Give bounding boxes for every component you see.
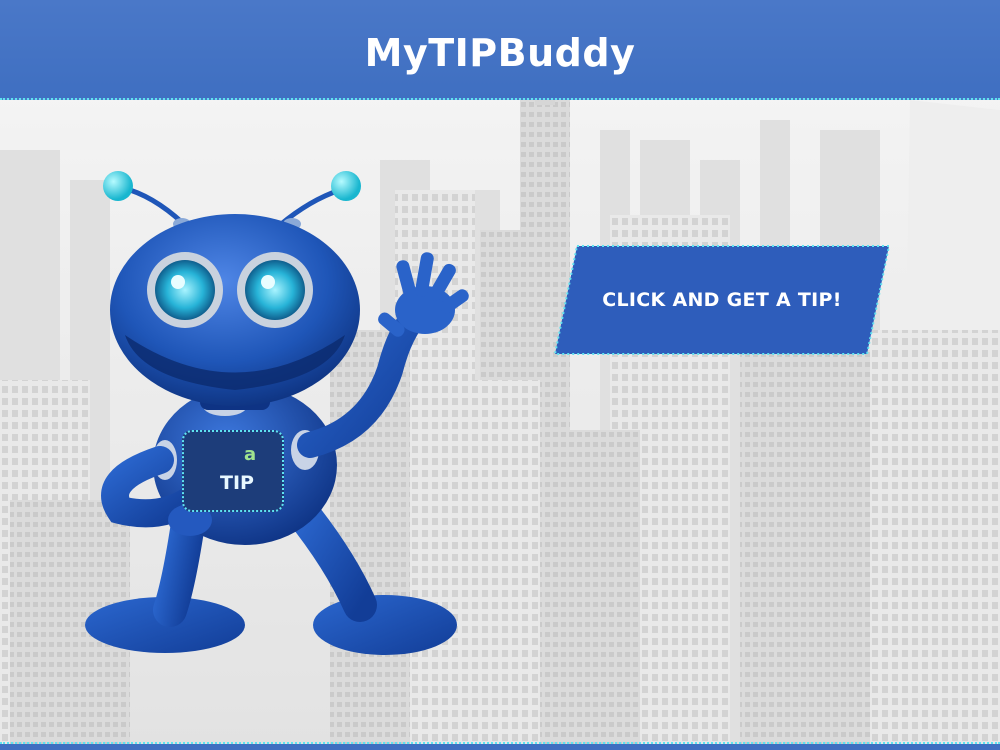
- app-header: MyTIPBuddy: [0, 0, 1000, 100]
- badge-letter: a: [244, 444, 257, 465]
- robot-chest-badge: a TIP: [182, 430, 284, 512]
- get-tip-button-label: CLICK AND GET A TIP!: [602, 289, 842, 311]
- robot-mascot-illustration: [85, 171, 469, 655]
- badge-text: TIP: [220, 472, 254, 494]
- app-title: MyTIPBuddy: [364, 31, 636, 75]
- footer-bar: [0, 744, 1000, 750]
- get-tip-button[interactable]: CLICK AND GET A TIP!: [553, 244, 891, 356]
